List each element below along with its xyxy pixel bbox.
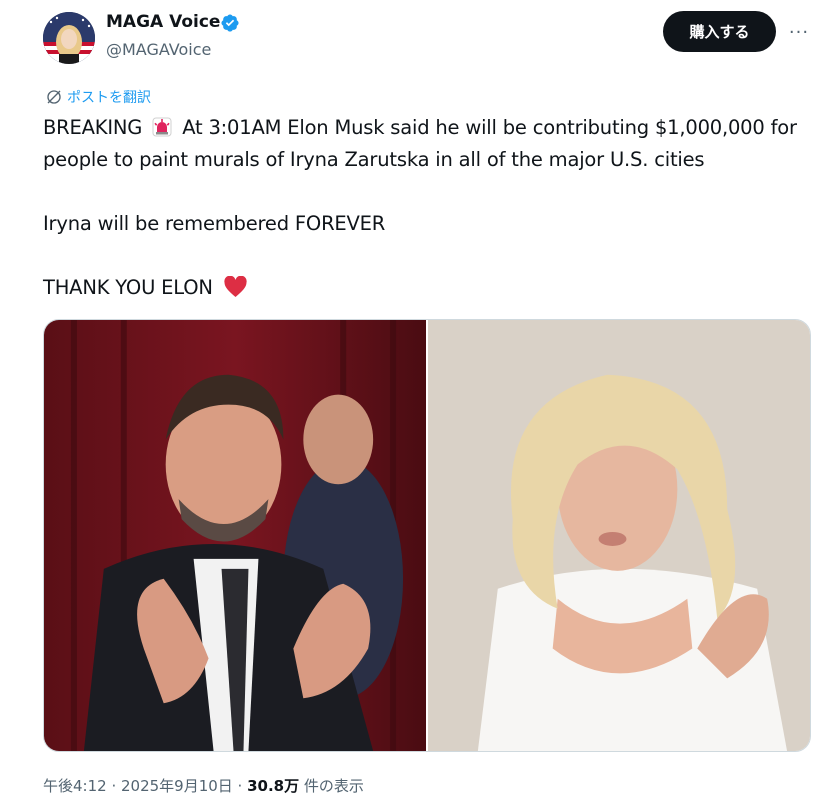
media-grid xyxy=(43,319,811,752)
post-meta: 午後4:12 · 2025年9月10日 · 30.8万 件の表示 xyxy=(43,775,364,796)
rotating-light-emoji-icon xyxy=(152,117,172,137)
tweet-text: BREAKING At 3:01AM Elon Musk said he wil… xyxy=(43,112,813,304)
photo-right[interactable] xyxy=(428,320,810,751)
red-heart-emoji-icon xyxy=(224,276,247,297)
translate-post-link[interactable]: ポストを翻訳 xyxy=(45,87,151,107)
verified-badge-icon xyxy=(221,14,239,32)
author-name[interactable]: MAGA Voice xyxy=(106,12,220,32)
tweet-line-remembered: Iryna will be remembered FOREVER xyxy=(43,212,386,235)
tweet-line-breaking: BREAKING At 3:01AM Elon Musk said he wil… xyxy=(43,112,813,176)
photo-man-heart-hands-icon xyxy=(44,320,426,751)
view-count: 30.8万 xyxy=(247,777,300,795)
author-handle[interactable]: @MAGAVoice xyxy=(106,40,211,59)
photo-left[interactable] xyxy=(44,320,426,751)
photo-woman-blonde-icon xyxy=(428,320,810,751)
tweet-line-thanks: THANK YOU ELON xyxy=(43,272,813,304)
subscribe-button[interactable]: 購入する xyxy=(663,11,776,52)
tweet-card: MAGA Voice @MAGAVoice 購入する ··· ポストを翻訳 BR… xyxy=(0,0,826,799)
view-count-suffix: 件の表示 xyxy=(299,777,364,795)
post-timestamp[interactable]: 午後4:12 · 2025年9月10日 · xyxy=(43,777,247,795)
more-options-icon[interactable]: ··· xyxy=(785,18,813,46)
translate-icon xyxy=(47,90,61,104)
thanks-text: THANK YOU ELON xyxy=(43,276,213,299)
translate-label: ポストを翻訳 xyxy=(67,90,151,106)
breaking-word: BREAKING xyxy=(43,116,143,139)
avatar[interactable] xyxy=(43,12,95,64)
